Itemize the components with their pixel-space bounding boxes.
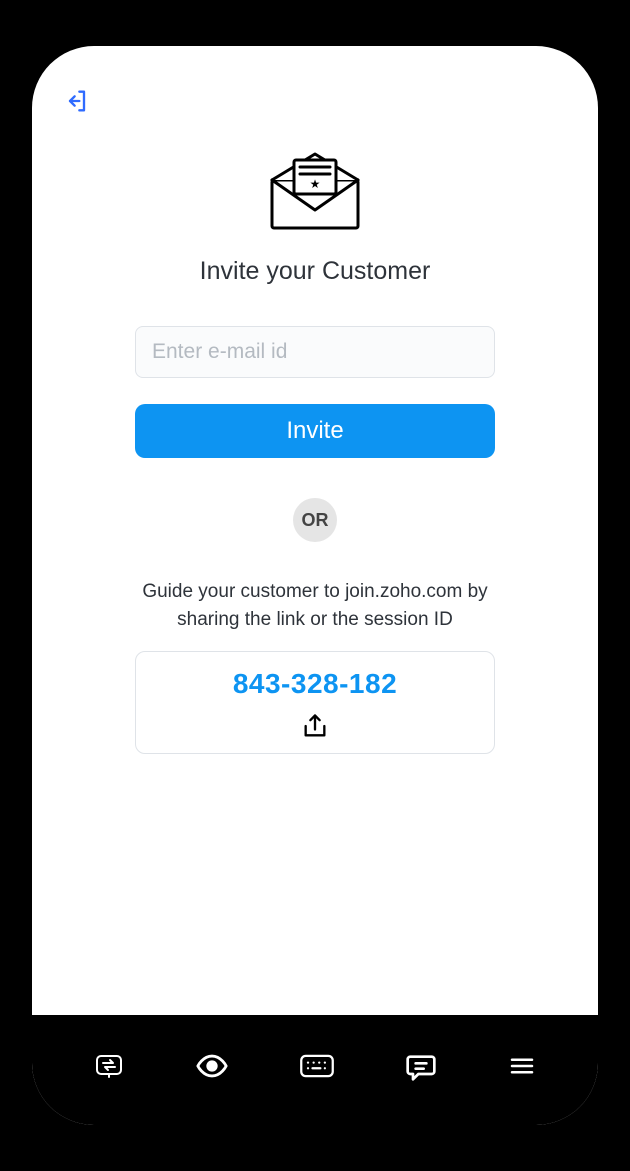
or-badge: OR [293,498,337,542]
bottombar-menu-button[interactable] [495,1039,549,1093]
header [32,46,598,118]
session-card: 843-328-182 [135,651,495,754]
session-id[interactable]: 843-328-182 [233,668,397,700]
share-icon [301,712,329,740]
chat-icon [405,1050,437,1082]
swap-icon [93,1050,125,1082]
bottombar-chat-button[interactable] [393,1038,449,1094]
bottombar-keyboard-button[interactable] [287,1036,347,1096]
guide-text: Guide your customer to join.zoho.com by … [125,578,505,633]
envelope-letter-icon: ★ [260,150,370,235]
page-title: Invite your Customer [200,257,431,286]
bottom-bar [32,1015,598,1125]
svg-text:★: ★ [310,177,321,191]
email-field[interactable] [135,326,495,378]
back-icon [63,87,91,115]
share-button[interactable] [301,712,329,743]
eye-icon [195,1049,229,1083]
main-content: ★ Invite your Customer Invite OR Guide y… [32,118,598,1015]
or-separator: OR [293,498,337,542]
menu-icon [507,1051,537,1081]
keyboard-icon [299,1048,335,1084]
back-button[interactable] [60,84,94,118]
bottombar-view-button[interactable] [183,1037,241,1095]
invite-button[interactable]: Invite [135,404,495,458]
bottombar-swap-button[interactable] [81,1038,137,1094]
